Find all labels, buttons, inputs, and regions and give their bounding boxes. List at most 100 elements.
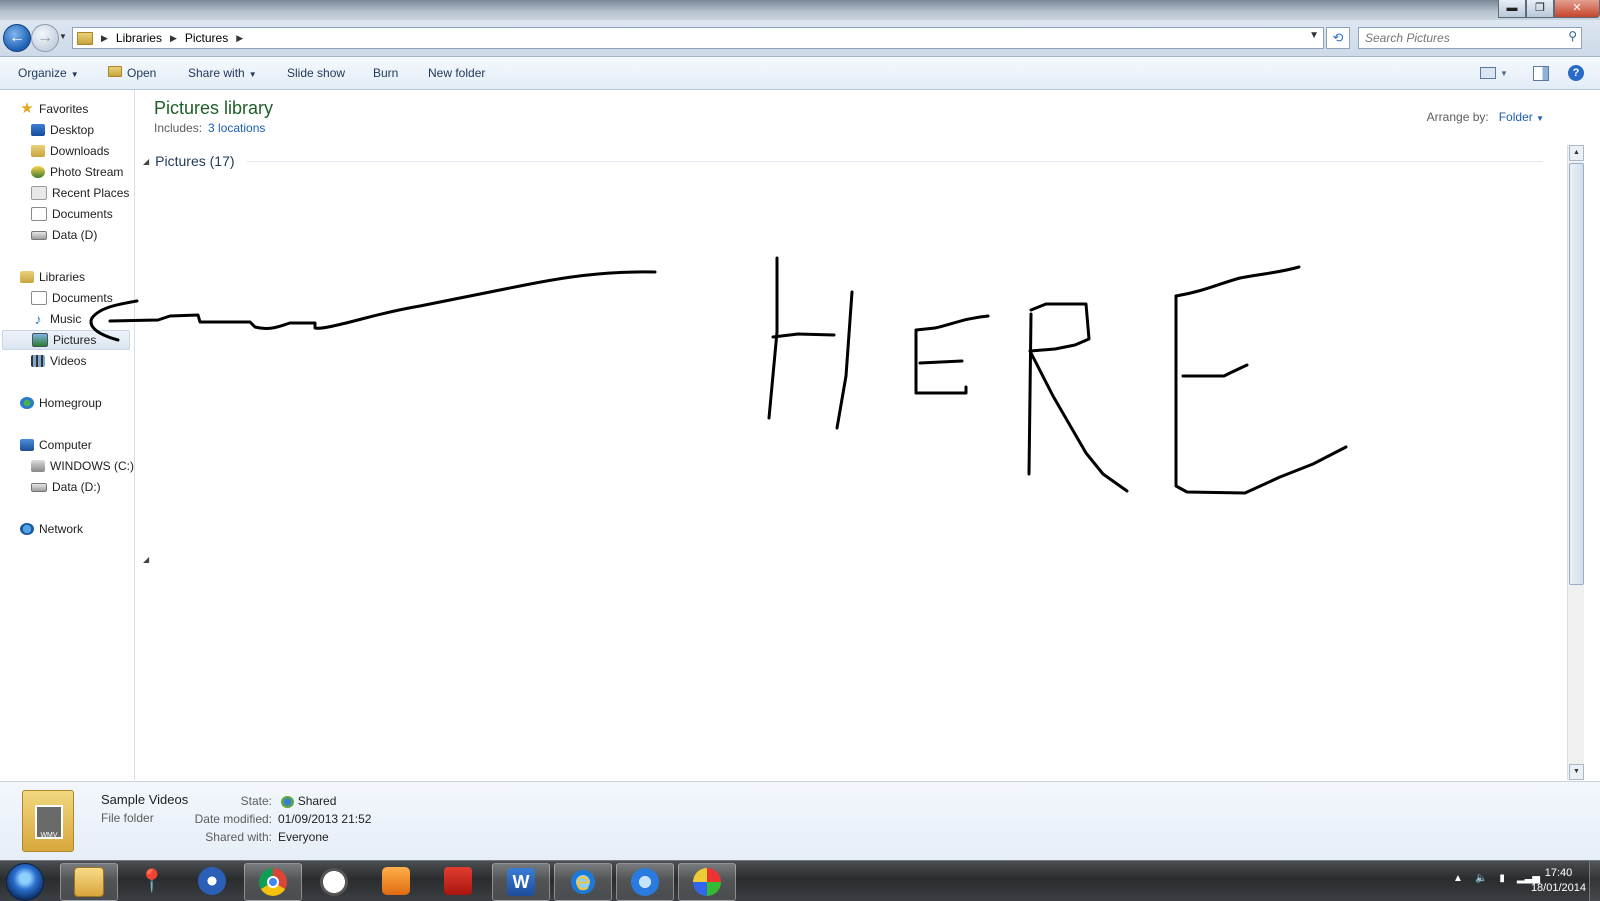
address-row: ← → ▼ ▶ Libraries ▶ Pictures ▶ ▼ ⟲ ⚲ <box>0 20 1600 57</box>
nav-label: Videos <box>50 354 87 368</box>
nav-desktop[interactable]: Desktop <box>31 120 94 140</box>
search-icon[interactable]: ⚲ <box>1568 29 1577 43</box>
taskbar-pin-app[interactable]: 📍 <box>124 863 180 899</box>
power-icon[interactable]: ▮ <box>1499 873 1505 884</box>
preview-pane-button[interactable] <box>1533 64 1549 82</box>
nav-lib-documents[interactable]: Documents <box>31 288 113 308</box>
state-label: State: <box>240 794 272 808</box>
forward-button[interactable]: → <box>31 24 59 52</box>
nav-fav-documents[interactable]: Documents <box>31 204 113 224</box>
nav-label: Computer <box>39 438 92 452</box>
chevron-right-icon[interactable]: ▶ <box>236 33 243 44</box>
taskbar-pdf-reader[interactable] <box>430 863 486 899</box>
nav-photo-stream[interactable]: Photo Stream <box>31 162 123 182</box>
arrange-label: Arrange by: <box>1426 110 1489 124</box>
burn-button[interactable]: Burn <box>373 66 398 80</box>
nav-label: Photo Stream <box>50 165 124 179</box>
taskbar-chrome[interactable] <box>244 863 302 901</box>
share-with-label: Share with <box>188 66 245 80</box>
taskbar-paint[interactable] <box>678 863 736 901</box>
minimize-button[interactable]: ▬ <box>1498 0 1526 18</box>
state-property: State: Shared <box>190 794 337 808</box>
locations-link[interactable]: 3 locations <box>208 121 265 135</box>
nav-lib-music[interactable]: ♪ Music <box>31 309 82 329</box>
word-icon: W <box>507 868 535 896</box>
change-view-button[interactable]: ▼ <box>1480 64 1508 82</box>
taskbar-clock-app[interactable] <box>306 863 362 899</box>
close-button[interactable]: ✕ <box>1554 0 1600 18</box>
nav-label: Network <box>39 522 84 536</box>
taskbar-internet-explorer[interactable]: e <box>554 863 612 901</box>
shared-with-value[interactable]: Everyone <box>278 830 329 844</box>
drive-icon <box>31 482 47 492</box>
breadcrumb-libraries[interactable]: Libraries <box>116 31 162 45</box>
open-button[interactable]: Open <box>108 66 156 80</box>
star-icon: ★ <box>20 100 34 117</box>
chevron-right-icon[interactable]: ▶ <box>170 33 177 44</box>
maximize-button[interactable]: ❐ <box>1526 0 1554 18</box>
pdf-icon <box>444 867 472 895</box>
nav-fav-data-d[interactable]: Data (D) <box>31 225 97 245</box>
taskbar-clock[interactable]: 17:40 18/01/2014 <box>1531 866 1586 896</box>
new-folder-button[interactable]: New folder <box>428 66 485 80</box>
nav-favorites[interactable]: ★ Favorites <box>20 99 88 119</box>
nav-computer[interactable]: Computer <box>20 435 92 455</box>
nav-downloads[interactable]: Downloads <box>31 141 109 161</box>
vertical-scrollbar[interactable]: ▲ ▼ <box>1567 145 1584 780</box>
organize-button[interactable]: Organize ▼ <box>18 66 79 80</box>
nav-lib-videos[interactable]: Videos <box>31 351 86 371</box>
desktop-icon <box>31 124 45 136</box>
nav-libraries[interactable]: Libraries <box>20 267 85 287</box>
drawing-overlay <box>159 170 1519 760</box>
refresh-button[interactable]: ⟲ <box>1326 27 1350 49</box>
nav-recent-places[interactable]: Recent Places <box>31 183 129 203</box>
photo-stream-icon <box>31 166 45 178</box>
nav-label: WINDOWS (C:) <box>50 459 134 473</box>
nav-lib-pictures[interactable]: Pictures <box>2 330 130 350</box>
taskbar-media-player[interactable] <box>368 863 424 899</box>
show-desktop-button[interactable] <box>1589 861 1600 901</box>
ie-icon: e <box>569 868 597 896</box>
scroll-thumb[interactable] <box>1569 163 1584 585</box>
nav-windows-c[interactable]: WINDOWS (C:) <box>31 456 134 476</box>
chevron-right-icon[interactable]: ▶ <box>101 33 108 44</box>
clock-date: 18/01/2014 <box>1530 882 1586 894</box>
taskbar-user-app[interactable] <box>184 863 240 899</box>
navigation-pane: ★ Favorites Desktop Downloads Photo Strea… <box>0 90 135 780</box>
system-tray: ▲ 🔈 ▮ ▂▃▅ <box>1453 873 1540 884</box>
documents-icon <box>31 291 47 305</box>
volume-icon[interactable]: 🔈 <box>1475 873 1487 884</box>
details-pane: WMV Sample Videos File folder State: Sha… <box>0 781 1600 861</box>
nav-network[interactable]: Network <box>20 519 83 539</box>
nav-data-d[interactable]: Data (D:) <box>31 477 101 497</box>
view-icon <box>1480 67 1496 79</box>
search-box[interactable]: ⚲ <box>1358 27 1582 49</box>
recent-places-icon <box>31 186 47 200</box>
scroll-up-button[interactable]: ▲ <box>1569 145 1584 161</box>
nav-homegroup[interactable]: Homegroup <box>20 393 102 413</box>
group-header-pictures[interactable]: ◢ Pictures (17) <box>143 153 1543 169</box>
breadcrumb-pictures[interactable]: Pictures <box>185 31 228 45</box>
collapse-triangle-icon[interactable]: ◢ <box>143 555 149 564</box>
command-bar: Organize ▼ Open Share with ▼ Slide show Bu… <box>0 57 1600 90</box>
show-hidden-icons-button[interactable]: ▲ <box>1453 873 1463 884</box>
share-with-button[interactable]: Share with ▼ <box>188 66 257 80</box>
arrange-dropdown[interactable]: Folder ▼ <box>1499 110 1544 124</box>
nav-label: Documents <box>52 207 113 221</box>
collapse-triangle-icon[interactable]: ◢ <box>143 157 149 166</box>
taskbar-word[interactable]: W <box>492 863 550 901</box>
date-modified-property: Date modified: 01/09/2013 21:52 <box>190 812 372 826</box>
slide-show-button[interactable]: Slide show <box>287 66 345 80</box>
date-modified-value[interactable]: 01/09/2013 21:52 <box>278 812 371 826</box>
address-dropdown-icon[interactable]: ▼ <box>1309 30 1319 41</box>
start-button[interactable] <box>6 863 44 901</box>
back-button[interactable]: ← <box>3 24 31 52</box>
scroll-down-button[interactable]: ▼ <box>1569 764 1584 780</box>
taskbar-itunes[interactable] <box>616 863 674 901</box>
help-button[interactable]: ? <box>1568 64 1584 82</box>
nav-label: Libraries <box>39 270 86 284</box>
search-input[interactable] <box>1359 28 1557 48</box>
address-bar[interactable]: ▶ Libraries ▶ Pictures ▶ ▼ <box>72 27 1324 49</box>
taskbar-explorer[interactable] <box>60 863 118 901</box>
recent-pages-dropdown[interactable]: ▼ <box>59 32 67 41</box>
